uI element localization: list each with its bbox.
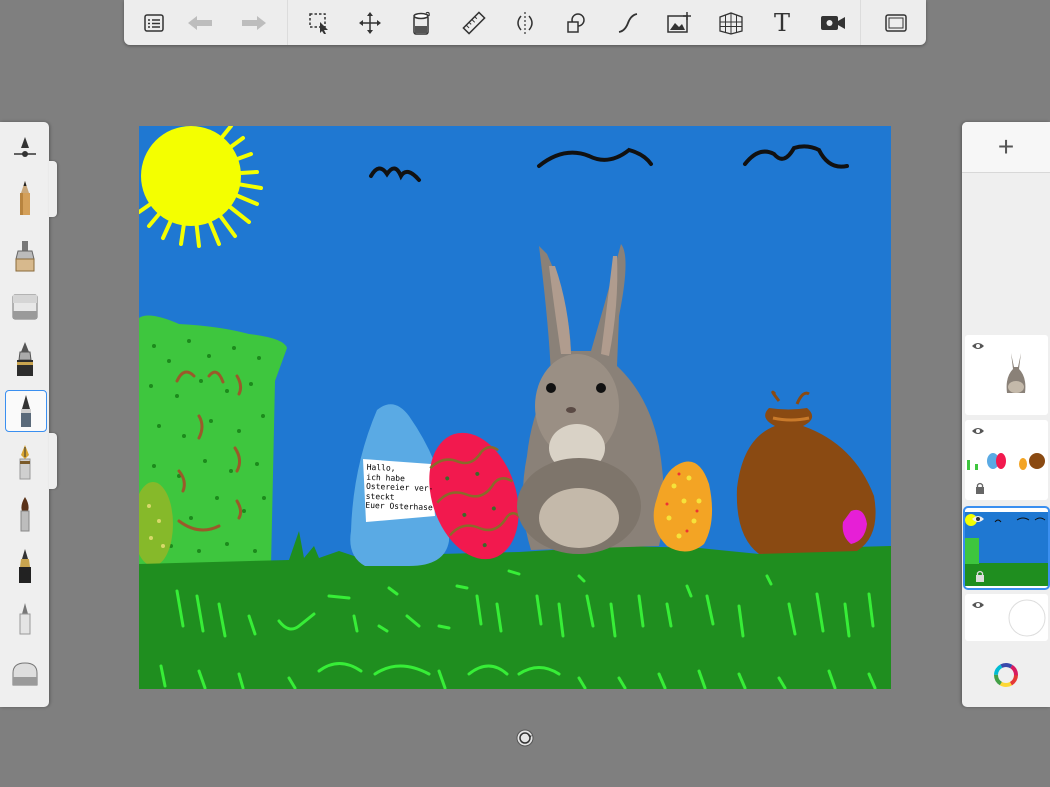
sun-disc: [141, 126, 241, 226]
airbrush-tool[interactable]: [5, 546, 45, 586]
lock-icon[interactable]: [975, 482, 985, 494]
ballpoint-tool[interactable]: [5, 390, 47, 432]
add-layer-button[interactable]: +: [962, 122, 1050, 173]
paper-color-swatch[interactable]: [1007, 598, 1047, 638]
color-wheel-icon[interactable]: [993, 662, 1019, 688]
toolbar-divider: [287, 0, 288, 45]
layer-background[interactable]: [963, 506, 1050, 590]
smudge-tool[interactable]: [5, 654, 45, 694]
note-text: Hallo, ich habe Ostereier ver- steckt Eu…: [365, 462, 434, 513]
layer-paper[interactable]: [965, 594, 1048, 641]
eye-icon[interactable]: [971, 514, 985, 524]
layer-eggs[interactable]: [965, 420, 1048, 500]
fullscreen-icon[interactable]: [879, 6, 913, 40]
add-layer-label: +: [997, 131, 1015, 162]
eye-icon[interactable]: [971, 600, 985, 610]
curve-icon[interactable]: [611, 6, 645, 40]
perspective-grid-icon[interactable]: [714, 6, 748, 40]
chisel-tool[interactable]: [5, 599, 45, 639]
selection-icon[interactable]: [302, 6, 336, 40]
top-toolbar: T: [124, 0, 926, 45]
text-tool-glyph: T: [773, 9, 790, 37]
eraser-tool[interactable]: [5, 287, 45, 327]
ink-pen-tool[interactable]: [5, 339, 45, 379]
transform-icon[interactable]: [353, 6, 387, 40]
eye-icon[interactable]: [971, 341, 985, 351]
redo-icon[interactable]: [237, 6, 271, 40]
undo-icon[interactable]: [183, 6, 217, 40]
layers-panel: +: [962, 122, 1050, 707]
layers-menu-icon[interactable]: [137, 6, 171, 40]
toolbar-divider: [860, 0, 861, 45]
layer-thumbnail: [1006, 353, 1026, 393]
brush-panel: [0, 122, 49, 707]
fill-bucket-icon[interactable]: [404, 6, 438, 40]
eye-icon[interactable]: [971, 426, 985, 436]
shapes-icon[interactable]: [559, 6, 593, 40]
marker-tool[interactable]: [5, 235, 45, 275]
layer-thumbnail: [967, 453, 1045, 470]
lock-icon[interactable]: [975, 570, 985, 582]
record-icon[interactable]: [816, 6, 850, 40]
brush-settings-icon[interactable]: [5, 128, 45, 168]
layer-rabbit[interactable]: [965, 335, 1048, 415]
text-icon[interactable]: T: [765, 6, 799, 40]
pencil-tool[interactable]: [5, 178, 45, 218]
paint-brush-tool[interactable]: [5, 494, 45, 534]
ruler-icon[interactable]: [457, 6, 491, 40]
add-image-icon[interactable]: [662, 6, 696, 40]
symmetry-icon[interactable]: [508, 6, 542, 40]
brush-opacity-slider[interactable]: [49, 433, 57, 489]
canvas-rotate-icon[interactable]: [516, 729, 534, 747]
drawing-canvas[interactable]: Hallo, ich habe Ostereier ver- steckt Eu…: [139, 126, 891, 689]
fountain-pen-tool[interactable]: [5, 442, 45, 482]
brush-size-slider[interactable]: [49, 161, 57, 217]
